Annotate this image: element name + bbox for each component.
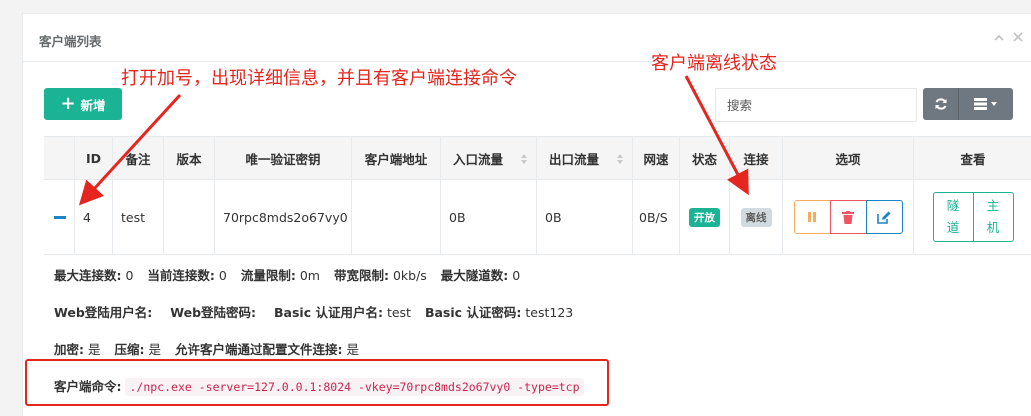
pause-button[interactable]	[793, 200, 831, 234]
basic-pass-label: Basic 认证密码:	[424, 305, 522, 320]
config-conn-value: 是	[346, 342, 359, 357]
search-input[interactable]	[715, 88, 917, 122]
header-connection[interactable]: 连接	[730, 137, 783, 179]
max-conn-value: 0	[125, 268, 134, 283]
edit-icon	[877, 211, 891, 224]
view-tunnel-label: 隧道	[946, 198, 960, 235]
add-button[interactable]: + 新增	[44, 88, 122, 120]
pause-icon	[808, 212, 816, 222]
detail-line-limits: 最大连接数: 0 当前连接数: 0 流量限制: 0m 带宽限制: 0kb/s 最…	[54, 265, 520, 284]
table-tools	[923, 88, 1013, 120]
current-conn-value: 0	[218, 268, 227, 283]
table-header: ID 备注 版本 唯一验证密钥 客户端地址 入口流量 出口流量 网速 状态 连接…	[44, 136, 1031, 180]
header-vkey[interactable]: 唯一验证密钥	[215, 137, 352, 179]
close-icon[interactable]	[1011, 30, 1025, 44]
header-remark[interactable]: 备注	[113, 137, 164, 179]
current-conn-label: 当前连接数:	[147, 268, 215, 283]
header-id[interactable]: ID	[75, 137, 113, 179]
basic-user-value: test	[386, 305, 411, 320]
refresh-button[interactable]	[923, 88, 959, 120]
edit-button[interactable]	[865, 200, 903, 234]
cell-options	[783, 180, 914, 254]
cell-id: 4	[75, 180, 113, 254]
table-row: 4 test 70rpc8mds2o67vy0 0B 0B 0B/S 开放 离线…	[44, 180, 1031, 255]
columns-toggle-button[interactable]	[959, 88, 1013, 120]
header-version[interactable]: 版本	[164, 137, 215, 179]
flow-limit-value: 0m	[299, 268, 320, 283]
config-conn-label: 允许客户端通过配置文件连接:	[174, 342, 343, 357]
header-out-flow[interactable]: 出口流量	[537, 137, 633, 179]
columns-icon	[974, 98, 997, 110]
sort-icon	[617, 154, 623, 164]
refresh-icon	[935, 98, 946, 110]
cell-version	[164, 180, 215, 254]
detail-line-auth: Web登陆用户名: Web登陆密码: Basic 认证用户名: test Bas…	[54, 302, 573, 321]
chevron-up-icon[interactable]	[992, 31, 1006, 45]
options-button-group	[793, 200, 903, 234]
cell-status: 开放	[680, 180, 730, 254]
basic-user-label: Basic 认证用户名:	[274, 305, 383, 320]
rate-limit-label: 带宽限制:	[333, 268, 389, 283]
view-host-button[interactable]: 主机	[972, 192, 1014, 242]
max-conn-label: 最大连接数:	[54, 268, 122, 283]
annotation-offline-hint: 客户端离线状态	[651, 53, 777, 74]
view-button-group: 隧道 主机	[932, 192, 1014, 242]
header-view: 查看	[960, 151, 986, 167]
plus-icon: +	[60, 93, 76, 114]
view-host-label: 主机	[986, 198, 1000, 235]
connection-badge: 离线	[740, 207, 772, 227]
web-pass-label: Web登陆密码:	[170, 305, 257, 320]
view-tunnel-button[interactable]: 隧道	[932, 192, 974, 242]
compress-value: 是	[148, 342, 161, 357]
header-status[interactable]: 状态	[680, 137, 730, 179]
crypt-value: 是	[87, 342, 101, 357]
header-address[interactable]: 客户端地址	[352, 137, 441, 179]
add-button-label: 新增	[80, 97, 106, 113]
detail-line-options: 加密: 是 压缩: 是 允许客户端通过配置文件连接: 是	[54, 339, 359, 358]
max-tunnel-value: 0	[512, 268, 521, 283]
web-user-label: Web登陆用户名:	[54, 305, 153, 320]
panel-title: 客户端列表	[39, 34, 102, 49]
trash-icon	[842, 210, 854, 224]
command-highlight-box	[25, 359, 609, 406]
panel-header: 客户端列表	[23, 14, 1031, 62]
basic-pass-value: test123	[525, 305, 574, 320]
cell-vkey: 70rpc8mds2o67vy0	[215, 180, 352, 254]
header-in-flow[interactable]: 入口流量	[441, 137, 537, 179]
delete-button[interactable]	[829, 200, 867, 234]
header-in-flow-label: 入口流量	[453, 151, 504, 167]
cell-out-flow: 0B	[537, 180, 633, 254]
annotation-expand-hint: 打开加号，出现详细信息，并且有客户端连接命令	[121, 68, 517, 89]
expand-toggle[interactable]	[44, 180, 75, 254]
flow-limit-label: 流量限制:	[240, 268, 296, 283]
header-out-flow-label: 出口流量	[549, 151, 600, 167]
sort-icon	[521, 154, 527, 164]
cell-remark: test	[113, 180, 164, 254]
max-tunnel-label: 最大隧道数:	[440, 268, 509, 283]
cell-view: 隧道 主机	[914, 180, 1031, 254]
cell-speed: 0B/S	[633, 180, 680, 254]
compress-label: 压缩:	[114, 342, 145, 357]
cell-address	[352, 180, 441, 254]
cell-connection: 离线	[730, 180, 783, 254]
minus-icon	[54, 215, 66, 219]
header-options: 选项	[783, 137, 914, 179]
cell-in-flow: 0B	[441, 180, 537, 254]
status-badge: 开放	[689, 207, 720, 227]
header-speed[interactable]: 网速	[633, 137, 680, 179]
rate-limit-value: 0kb/s	[392, 268, 427, 283]
header-expand	[44, 137, 75, 179]
crypt-label: 加密:	[54, 342, 84, 357]
